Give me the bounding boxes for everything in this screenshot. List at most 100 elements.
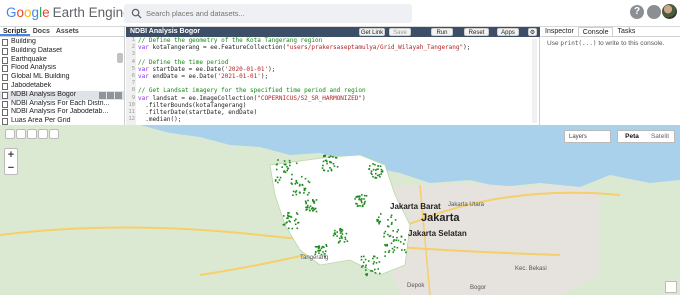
tab-assets[interactable]: Assets bbox=[53, 27, 82, 36]
line-number: 9 bbox=[131, 94, 135, 101]
ndbi-pixel bbox=[301, 175, 303, 178]
ndbi-pixel bbox=[312, 210, 314, 212]
list-item[interactable]: Earthquake bbox=[0, 56, 124, 65]
point-tool-icon[interactable] bbox=[16, 129, 26, 139]
notifications-icon[interactable] bbox=[647, 5, 661, 19]
rectangle-tool-icon[interactable] bbox=[49, 129, 59, 139]
editor-scrollbar[interactable] bbox=[532, 39, 537, 123]
save-button[interactable]: Save bbox=[389, 28, 411, 36]
line-number: 7 bbox=[131, 80, 135, 87]
ndbi-pixel bbox=[296, 182, 299, 184]
rename-icon[interactable] bbox=[107, 91, 114, 99]
list-item[interactable]: Flood Analysis bbox=[0, 64, 124, 73]
code-token: startDate = ee.Date( bbox=[152, 65, 225, 73]
ndbi-pixel bbox=[388, 235, 391, 238]
ndbi-pixel bbox=[392, 230, 394, 232]
search-box[interactable] bbox=[124, 4, 412, 23]
ndbi-pixel bbox=[377, 268, 379, 270]
code-area[interactable]: 1// Define the geometry of the Kota Tang… bbox=[128, 37, 538, 123]
ndbi-pixel bbox=[275, 168, 278, 171]
ndbi-pixel bbox=[341, 237, 343, 239]
ndbi-pixel bbox=[354, 198, 356, 200]
search-input[interactable] bbox=[146, 6, 406, 21]
ndbi-pixel bbox=[295, 162, 298, 165]
ndbi-pixel bbox=[384, 230, 387, 233]
ndbi-pixel bbox=[278, 179, 281, 181]
fullscreen-button[interactable] bbox=[665, 281, 677, 293]
zoom-in-button[interactable]: + bbox=[5, 149, 17, 162]
ndbi-pixel bbox=[368, 168, 370, 170]
tab-tasks[interactable]: Tasks bbox=[613, 27, 639, 36]
tab-console[interactable]: Console bbox=[577, 27, 614, 36]
list-item[interactable]: NDBI Analysis For Jabodetab... bbox=[0, 108, 124, 117]
avatar[interactable] bbox=[662, 4, 677, 19]
file-icon bbox=[2, 39, 8, 46]
ndbi-pixel bbox=[390, 242, 393, 245]
map-label: Depok bbox=[407, 283, 425, 289]
ndbi-pixel bbox=[307, 204, 309, 207]
ndbi-pixel bbox=[371, 270, 374, 272]
get-link-button[interactable]: Get Link bbox=[359, 28, 385, 36]
ndbi-pixel bbox=[291, 173, 293, 176]
layers-button[interactable]: Layers bbox=[564, 130, 611, 143]
ndbi-pixel bbox=[339, 227, 341, 230]
ndbi-pixel bbox=[380, 173, 383, 175]
code-line: 9 var landsat = ee.ImageCollection("COPER… bbox=[132, 95, 538, 102]
help-icon[interactable]: ? bbox=[630, 5, 644, 19]
ndbi-pixel bbox=[361, 194, 363, 196]
file-icon bbox=[2, 74, 8, 82]
tab-inspector[interactable]: Inspector bbox=[541, 27, 578, 36]
ndbi-pixel bbox=[287, 214, 289, 216]
ndbi-pixel bbox=[346, 240, 349, 242]
ndbi-pixel bbox=[333, 165, 336, 167]
list-item[interactable]: Building bbox=[0, 38, 124, 47]
file-icon bbox=[2, 47, 8, 55]
share-icon[interactable] bbox=[99, 91, 106, 99]
ndbi-pixel bbox=[391, 247, 394, 250]
code-line: 4// Define the time period bbox=[132, 59, 538, 66]
google-earth-engine-logo[interactable]: Google Earth Engine bbox=[6, 5, 131, 20]
settings-gear-icon[interactable]: ⚙ bbox=[528, 28, 537, 36]
file-icon bbox=[2, 91, 8, 99]
line-number: 1 bbox=[131, 37, 135, 43]
reset-button[interactable]: Reset bbox=[464, 28, 489, 36]
ndbi-pixel bbox=[276, 176, 279, 179]
ndbi-pixel bbox=[325, 245, 328, 247]
list-item[interactable]: Building Dataset bbox=[0, 47, 124, 56]
run-button[interactable]: Run bbox=[431, 28, 453, 36]
ndbi-pixel bbox=[357, 195, 360, 198]
ndbi-pixel bbox=[329, 167, 331, 169]
list-item[interactable]: Jabodetabek bbox=[0, 82, 124, 91]
ndbi-pixel bbox=[390, 223, 393, 225]
apps-button[interactable]: Apps bbox=[497, 28, 519, 36]
list-item[interactable]: Global ML Building bbox=[0, 73, 124, 82]
ndbi-pixel bbox=[339, 237, 341, 240]
polygon-tool-icon[interactable] bbox=[38, 129, 48, 139]
code-line: 2 var kotaTangerang = ee.FeatureCollectio… bbox=[132, 44, 538, 52]
list-item[interactable]: NDBI Analysis For Each Distri... bbox=[0, 100, 124, 109]
ndbi-pixel bbox=[289, 164, 291, 167]
line-tool-icon[interactable] bbox=[27, 129, 37, 139]
tab-scripts[interactable]: Scripts bbox=[0, 27, 30, 36]
ndbi-pixel bbox=[363, 255, 365, 258]
map-label: Jakarta Utara bbox=[448, 202, 485, 208]
ndbi-pixel bbox=[362, 261, 365, 264]
zoom-out-button[interactable]: − bbox=[5, 162, 17, 175]
list-item-selected[interactable]: NDBI Analysis Bogor bbox=[0, 90, 124, 100]
tab-docs[interactable]: Docs bbox=[30, 27, 53, 36]
ndbi-pixel bbox=[372, 257, 374, 260]
code-token: var bbox=[138, 44, 153, 52]
map-type-satelit[interactable]: Satelit bbox=[646, 131, 674, 142]
map-type-peta[interactable]: Peta bbox=[618, 131, 646, 142]
delete-icon[interactable] bbox=[115, 91, 122, 99]
ndbi-pixel bbox=[371, 173, 373, 176]
logo-letter: o bbox=[16, 5, 25, 20]
ndbi-pixel bbox=[363, 194, 366, 197]
hand-tool-icon[interactable] bbox=[5, 129, 15, 139]
ndbi-pixel bbox=[291, 227, 294, 230]
map-view[interactable]: + − Layers Peta Satelit Jakarta Jakarta … bbox=[0, 125, 680, 295]
ndbi-pixel bbox=[305, 202, 307, 205]
scrollbar[interactable] bbox=[117, 53, 123, 63]
ndbi-pixel bbox=[303, 192, 305, 194]
ndbi-pixel bbox=[321, 167, 324, 169]
